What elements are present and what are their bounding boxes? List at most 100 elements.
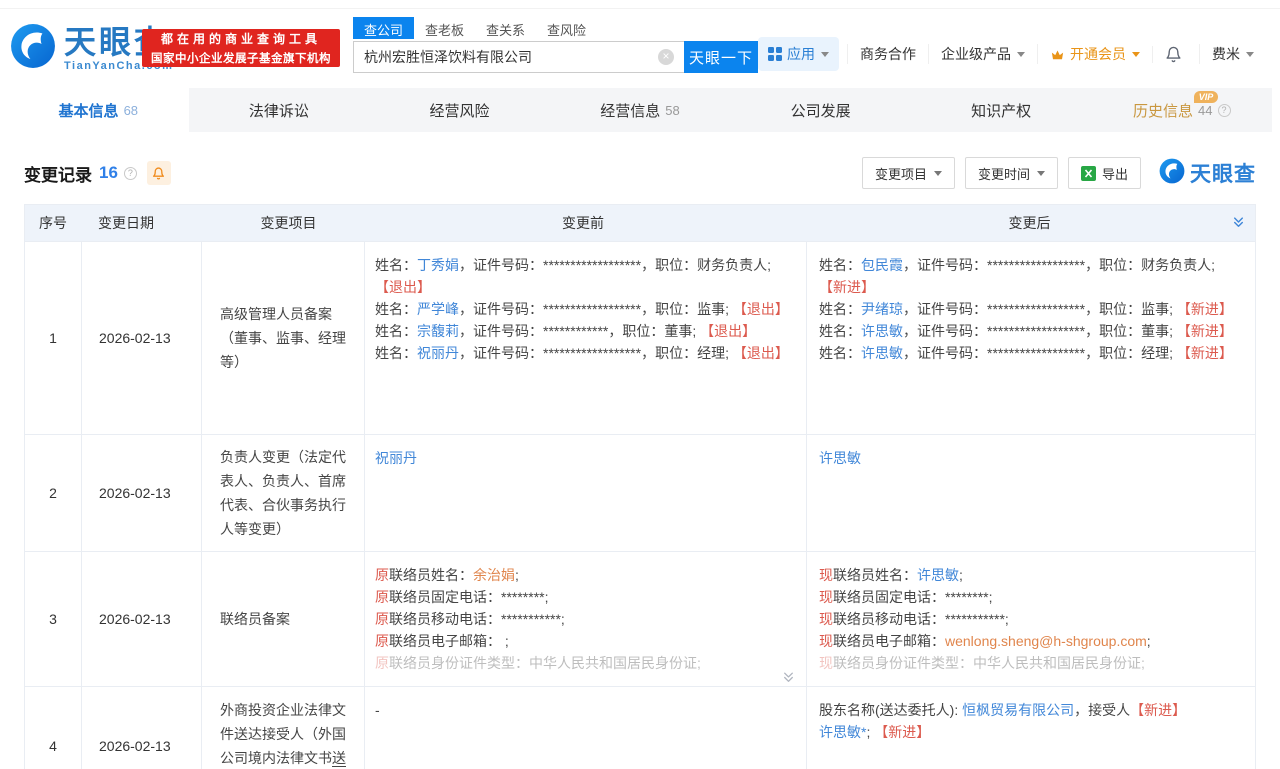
text-segment: ，证件号码：******************，职位：财务负责人; <box>903 257 1215 273</box>
help-icon[interactable]: ? <box>124 167 137 180</box>
tab-count: 58 <box>665 103 679 118</box>
column-header: 变更后 <box>806 205 1255 241</box>
nav-item[interactable]: 开通会员 <box>1037 44 1152 64</box>
nav-item[interactable]: 企业级产品 <box>928 44 1037 64</box>
tab-历史信息[interactable]: 历史信息44VIP? <box>1091 88 1272 132</box>
section-count: 16 <box>99 163 118 183</box>
change-before-cell: - <box>364 687 806 769</box>
text-segment: ，证件号码：******************，职位：财务负责人; <box>459 257 771 273</box>
search-area: 查公司查老板查关系查风险 × 天眼一下 <box>353 17 758 73</box>
column-header-label: 变更前 <box>562 213 604 233</box>
text-segment: 姓名： <box>819 301 861 317</box>
entity-link[interactable]: 许思敏 <box>861 323 903 339</box>
text-segment: 【新进】 <box>874 724 930 740</box>
text-segment: ，证件号码：******************，职位：监事; <box>459 301 733 317</box>
search-tab[interactable]: 查关系 <box>475 17 536 39</box>
tab-经营风险[interactable]: 经营风险 <box>369 88 550 132</box>
nav-item[interactable]: 费米 <box>1199 44 1266 64</box>
change-line: 外商投资企业法律文件送达接受人（外国公司境内法律文书送达人）备案 <box>220 698 358 769</box>
chevron-down-icon <box>1246 52 1254 61</box>
tab-count: 68 <box>124 103 138 118</box>
entity-link[interactable]: 尹绪琼 <box>861 301 903 317</box>
filter-change-item-button[interactable]: 变更项目 <box>862 157 955 189</box>
text-segment: 外商投资企业法律文件送达接受人（外国公司境内法律文书 <box>220 702 346 766</box>
export-button[interactable]: 导出 <box>1068 157 1141 189</box>
entity-link[interactable]: 祝丽丹 <box>417 345 459 361</box>
text-segment: ，证件号码：******************，职位：监事; <box>903 301 1177 317</box>
change-line: 许思敏 <box>819 447 1241 469</box>
tab-基本信息[interactable]: 基本信息68 <box>8 88 189 132</box>
entity-link[interactable]: 丁秀娟 <box>417 257 459 273</box>
entity-link[interactable]: 许思敏 <box>819 450 861 466</box>
header-nav: 应用商务合作企业级产品开通会员 费米 <box>758 37 1266 71</box>
text-segment: 姓名： <box>819 345 861 361</box>
text-segment: ; <box>515 567 519 583</box>
text-segment: 姓名： <box>819 323 861 339</box>
change-line: 许思敏*; 【新进】 <box>819 721 1241 743</box>
text-segment: 高级管理人员备案（董事、监事、经理等） <box>220 306 346 370</box>
entity-link[interactable]: 祝丽丹 <box>375 450 417 466</box>
change-after-cell: 股东名称(送达委托人): 恒枫贸易有限公司，接受人【新进】许思敏*; 【新进】 <box>806 687 1255 769</box>
text-segment: 【退出】 <box>733 345 789 361</box>
text-segment: 姓名： <box>819 257 861 273</box>
column-header: 变更前 <box>364 205 806 241</box>
entity-link[interactable]: 许思敏 <box>861 345 903 361</box>
help-icon[interactable]: ? <box>1218 104 1231 117</box>
search-input[interactable] <box>353 41 684 73</box>
nav-item[interactable]: 商务合作 <box>847 44 928 64</box>
text-segment: wenlong.sheng@h-shgroup.com <box>945 633 1147 649</box>
search-tab[interactable]: 查老板 <box>414 17 475 39</box>
entity-link[interactable]: 许思敏 <box>917 567 959 583</box>
search-tab[interactable]: 查风险 <box>536 17 597 39</box>
promo-banner: 都在用的商业查询工具 国家中小企业发展子基金旗下机构 <box>142 29 340 67</box>
text-segment: 【新进】 <box>1177 345 1233 361</box>
text-segment: - <box>375 702 380 718</box>
text-segment: 现 <box>819 611 833 627</box>
change-before-cell: 原联络员姓名：余治娟;原联络员固定电话：********;原联络员移动电话：**… <box>364 552 806 686</box>
entity-link[interactable]: 宗馥莉 <box>417 323 459 339</box>
column-header: 变更项目 <box>201 205 364 241</box>
search-button[interactable]: 天眼一下 <box>684 41 758 73</box>
collapse-all-icon[interactable] <box>1232 216 1245 229</box>
notification-bell-button[interactable] <box>1152 46 1199 63</box>
entity-link[interactable]: 恒枫贸易有限公司 <box>962 702 1074 718</box>
expand-row-icon[interactable] <box>782 671 795 684</box>
bell-icon <box>1165 46 1182 63</box>
chevron-down-icon <box>1132 52 1140 61</box>
text-segment: 【新进】 <box>1177 301 1233 317</box>
entity-link[interactable]: 包民霞 <box>861 257 903 273</box>
tab-bar: 基本信息68法律诉讼经营风险 经营信息 58 公司发展知识产权历史信息44VIP? <box>8 88 1272 132</box>
change-item: 联络员备案 <box>201 552 364 686</box>
clear-search-icon[interactable]: × <box>658 49 674 65</box>
tab-经营信息[interactable]: 经营信息 58 <box>550 88 731 132</box>
tianyancha-watermark: 天眼查 <box>1159 158 1256 189</box>
entity-link[interactable]: 许思敏* <box>819 724 866 740</box>
tab-label: 经营信息 <box>600 100 660 121</box>
nav-item[interactable]: 应用 <box>758 37 839 71</box>
change-line: 负责人变更（法定代表人、负责人、首席代表、合伙事务执行人等变更） <box>220 445 358 541</box>
text-segment: 联络员移动电话：***********; <box>389 611 565 627</box>
top-strip <box>0 0 1280 9</box>
text-segment: 现 <box>819 567 833 583</box>
text-segment: 联络员备案 <box>220 611 290 627</box>
table-row: 12026-02-13高级管理人员备案（董事、监事、经理等）姓名：丁秀娟，证件号… <box>25 241 1255 434</box>
change-item: 负责人变更（法定代表人、负责人、首席代表、合伙事务执行人等变更） <box>201 435 364 551</box>
change-line: 姓名：许思敏，证件号码：******************，职位：经理; 【新… <box>819 342 1241 364</box>
search-tab[interactable]: 查公司 <box>353 17 414 39</box>
tab-知识产权[interactable]: 知识产权 <box>911 88 1092 132</box>
change-line: 姓名：许思敏，证件号码：******************，职位：董事; 【新… <box>819 320 1241 342</box>
change-line: 高级管理人员备案（董事、监事、经理等） <box>220 302 358 374</box>
entity-link[interactable]: 严学峰 <box>417 301 459 317</box>
column-header-label: 变更项目 <box>261 213 317 233</box>
subscribe-bell-button[interactable] <box>147 161 171 185</box>
watermark-text: 天眼查 <box>1190 158 1256 188</box>
text-segment: 原 <box>375 567 389 583</box>
text-segment: 现 <box>819 633 833 649</box>
tab-法律诉讼[interactable]: 法律诉讼 <box>189 88 370 132</box>
text-segment: 联络员固定电话：********; <box>833 589 992 605</box>
filter-change-time-button[interactable]: 变更时间 <box>965 157 1058 189</box>
text-segment: 【新进】 <box>1130 702 1186 718</box>
text-segment: 原 <box>375 633 389 649</box>
tab-公司发展[interactable]: 公司发展 <box>730 88 911 132</box>
change-after-cell: 许思敏 <box>806 435 1255 551</box>
